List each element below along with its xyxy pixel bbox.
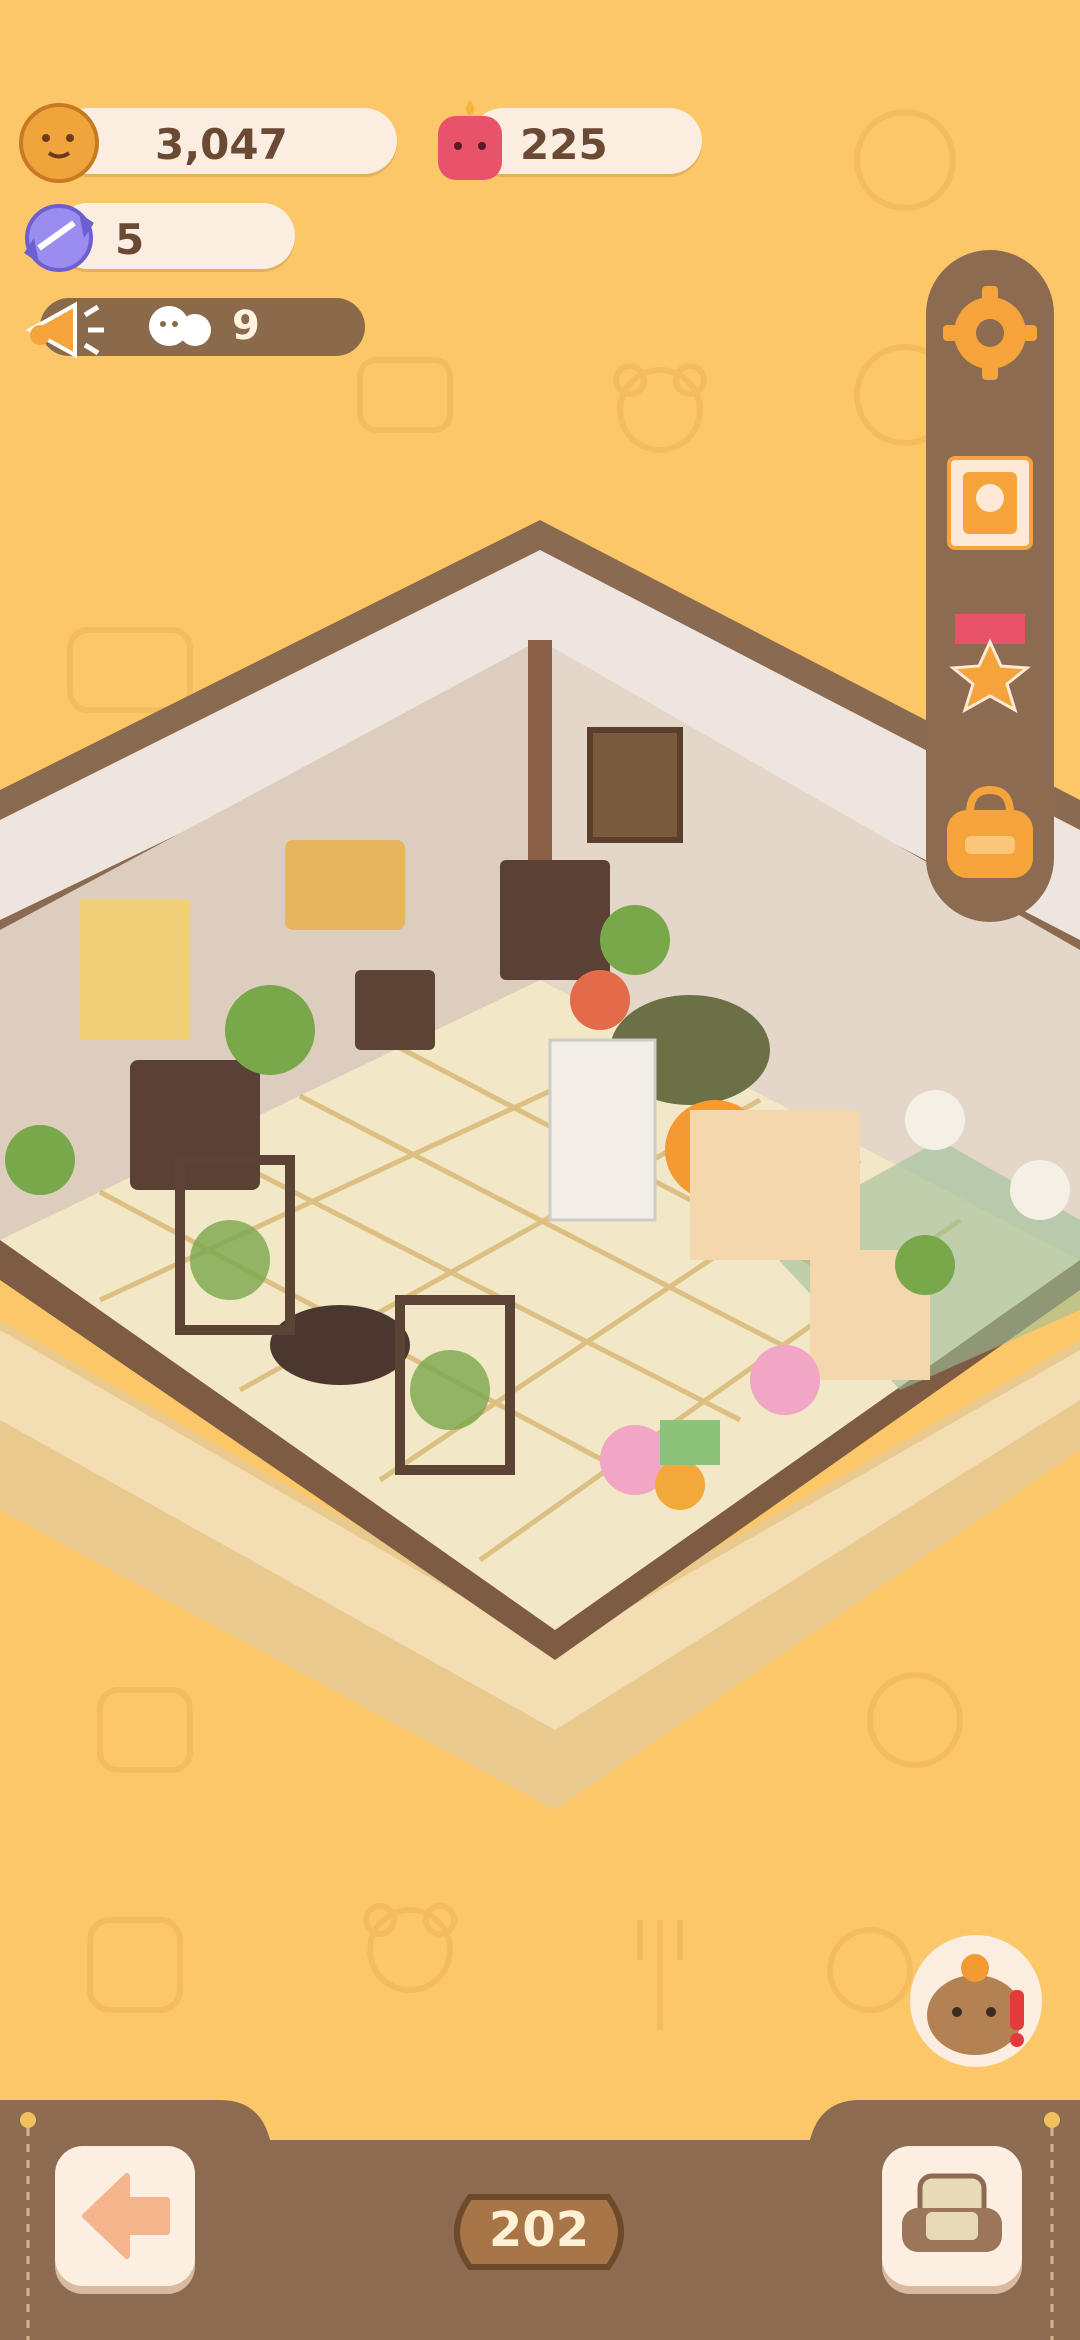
- level-number: 202: [488, 2202, 590, 2258]
- candy-icon: [24, 204, 94, 272]
- armchair-icon: [902, 2173, 1002, 2252]
- arrow-left-icon: [82, 2173, 170, 2259]
- cookie-icon: [19, 103, 99, 183]
- gear-icon[interactable]: [935, 278, 1045, 388]
- cookie-count: 3,047: [155, 120, 288, 169]
- candy-count: 5: [115, 215, 145, 264]
- guest-count: 9: [232, 303, 260, 349]
- bag-icon[interactable]: [935, 778, 1045, 888]
- furniture-button[interactable]: [882, 2146, 1022, 2286]
- candle-jelly-icon: [438, 100, 502, 180]
- back-button[interactable]: [55, 2146, 195, 2286]
- guests-icon: [149, 306, 211, 346]
- cookie-currency-pill[interactable]: 3,047: [55, 108, 397, 174]
- heart-count: 225: [520, 120, 608, 169]
- shop-owner-avatar[interactable]: [905, 1930, 1047, 2072]
- medal-icon[interactable]: [935, 608, 1045, 718]
- megaphone-icon[interactable]: [20, 285, 110, 375]
- profile-card-icon[interactable]: [935, 448, 1045, 558]
